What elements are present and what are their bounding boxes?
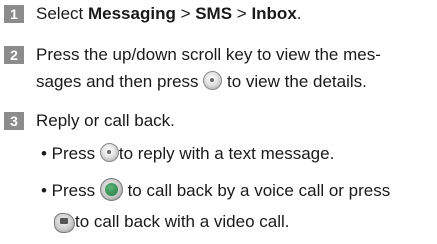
step-2-line-2-post: to view the details. <box>222 72 367 91</box>
bullet-reply-pre: • Press <box>41 144 100 163</box>
bullet-video-call-text: to call back with a video call. <box>75 212 290 231</box>
bullet-reply: • Press to reply with a text message. <box>41 143 334 164</box>
menu-sms: SMS <box>195 4 233 23</box>
ok-key-icon <box>99 143 119 162</box>
step-number-3: 3 <box>4 112 24 130</box>
step-1-text: Select Messaging > SMS > Inbox. <box>36 4 302 24</box>
step-2-line-2: sages and then press to view the details… <box>36 71 367 92</box>
step-1-pre: Select <box>36 4 88 23</box>
bullet-call-back-post: to call back by a voice call or press <box>122 181 391 200</box>
menu-separator: > <box>175 4 196 23</box>
menu-inbox: Inbox <box>251 4 297 23</box>
step-3-line-1: Reply or call back. <box>36 111 175 130</box>
bullet-call-back-pre: • Press <box>41 181 100 200</box>
step-number-2: 2 <box>4 46 24 64</box>
step-2-line-1: Press the up/down scroll key to view the… <box>36 45 381 64</box>
step-1-end: . <box>296 4 302 23</box>
bullet-reply-post: to reply with a text message. <box>118 144 335 163</box>
call-key-icon <box>99 178 123 201</box>
video-call-key-icon <box>53 212 75 233</box>
step-number-1: 1 <box>4 5 24 23</box>
bullet-video-call: to call back with a video call. <box>53 212 290 233</box>
bullet-call-back: • Press to call back by a voice call or … <box>41 178 390 201</box>
step-2-line-2-pre: sages and then press <box>36 72 204 91</box>
ok-key-icon <box>203 71 223 90</box>
menu-separator: > <box>232 4 252 23</box>
menu-messaging: Messaging <box>87 4 176 23</box>
